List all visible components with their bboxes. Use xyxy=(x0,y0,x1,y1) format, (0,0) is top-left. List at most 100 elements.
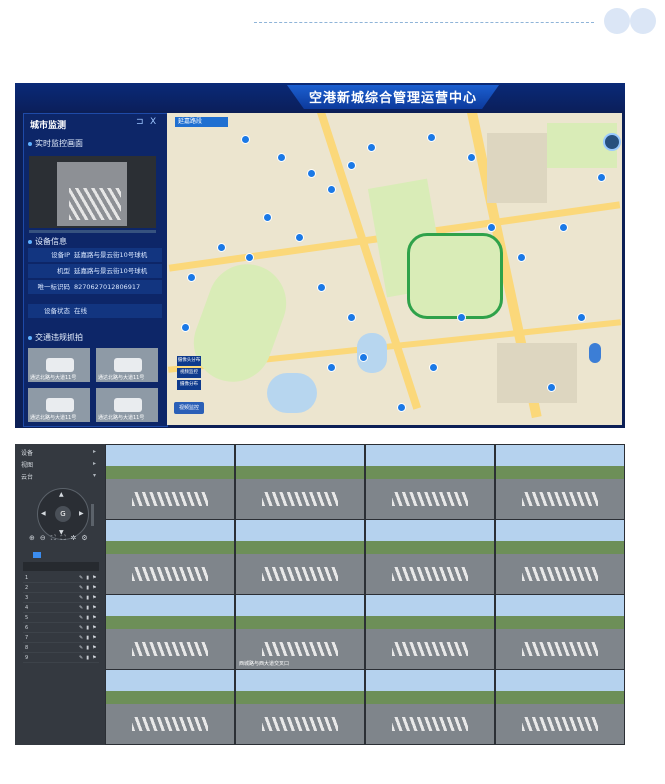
camera-tile[interactable] xyxy=(236,520,364,594)
device-row: 机型 延嘉路与景云街10号球机 xyxy=(28,264,162,278)
sidebar-item-view[interactable]: 视图 xyxy=(21,460,33,469)
header-divider xyxy=(254,22,594,23)
camera-pin-icon[interactable] xyxy=(427,133,436,142)
ptz-speed-slider[interactable] xyxy=(91,504,94,526)
camera-tile[interactable] xyxy=(106,595,234,669)
camera-tile[interactable] xyxy=(366,670,494,744)
top-bar: 空港新城综合管理运营中心 xyxy=(15,83,625,111)
capture-thumbnail[interactable]: 通达北路与大道11号 xyxy=(28,348,90,382)
camera-tile[interactable] xyxy=(366,595,494,669)
preset-row[interactable]: 6 ✎▮⚑ xyxy=(23,624,99,633)
close-icon[interactable]: X xyxy=(150,117,156,127)
arrow-right-icon[interactable]: ▶ xyxy=(79,510,84,517)
camera-tile[interactable] xyxy=(106,670,234,744)
preset-row[interactable]: 7 ✎▮⚑ xyxy=(23,634,99,643)
preset-row[interactable]: 8 ✎▮⚑ xyxy=(23,644,99,653)
ptz-sidebar: 设备 ▸ 视图 ▸ 云台 ▾ ▲ ▼ ◀ ▶ G ⊕⊖⛶⛶✲⚙ 1 ✎▮⚑ 2 ✎▮… xyxy=(15,444,105,745)
chevron-right-icon: ▸ xyxy=(93,460,97,467)
camera-pin-icon[interactable] xyxy=(245,253,254,262)
camera-pin-icon[interactable] xyxy=(487,223,496,232)
collapse-icon[interactable]: ⊐ xyxy=(136,117,144,127)
arrow-left-icon[interactable]: ◀ xyxy=(41,510,46,517)
compass-icon[interactable] xyxy=(603,133,621,151)
camera-tile[interactable] xyxy=(366,445,494,519)
camera-pin-icon[interactable] xyxy=(181,323,190,332)
map-tab[interactable]: 延嘉路段 xyxy=(175,117,228,127)
camera-tile[interactable] xyxy=(236,670,364,744)
preset-row[interactable]: 9 ✎▮⚑ xyxy=(23,654,99,663)
camera-pin-icon[interactable] xyxy=(457,313,466,322)
video-wall-screenshot: 设备 ▸ 视图 ▸ 云台 ▾ ▲ ▼ ◀ ▶ G ⊕⊖⛶⛶✲⚙ 1 ✎▮⚑ 2 ✎▮… xyxy=(15,444,625,745)
bullet-icon xyxy=(28,141,32,146)
camera-tile[interactable] xyxy=(496,670,624,744)
preset-row[interactable]: 3 ✎▮⚑ xyxy=(23,594,99,603)
sidebar-item-ptz[interactable]: 云台 xyxy=(21,472,33,481)
preset-row[interactable]: 5 ✎▮⚑ xyxy=(23,614,99,623)
menu-item-camera-layout[interactable]: 摄像分布 xyxy=(177,380,201,390)
city-monitor-screenshot: 空港新城综合管理运营中心 城市监测 ⊐ X 实时监控画面 设备信息 设备IP 延嘉… xyxy=(15,83,625,428)
camera-pin-icon[interactable] xyxy=(517,253,526,262)
live-video-feed[interactable] xyxy=(29,156,156,228)
camera-pin-icon[interactable] xyxy=(217,243,226,252)
menu-item-camera-distribution[interactable]: 摄像头分布 xyxy=(177,356,201,366)
camera-pin-icon[interactable] xyxy=(241,135,250,144)
arrow-up-icon[interactable]: ▲ xyxy=(59,491,64,498)
camera-tile[interactable] xyxy=(496,595,624,669)
ptz-joystick[interactable]: ▲ ▼ ◀ ▶ G xyxy=(37,488,89,540)
preset-search-input[interactable] xyxy=(23,562,99,571)
camera-pin-icon[interactable] xyxy=(367,143,376,152)
menu-item-video-monitor[interactable]: 视频监控 xyxy=(177,368,201,378)
camera-pin-icon[interactable] xyxy=(467,153,476,162)
camera-tile[interactable] xyxy=(366,520,494,594)
camera-pin-icon[interactable] xyxy=(187,273,196,282)
camera-pin-icon[interactable] xyxy=(263,213,272,222)
camera-pin-icon[interactable] xyxy=(327,363,336,372)
section-device-info: 设备信息 xyxy=(28,236,67,247)
camera-pin-icon[interactable] xyxy=(547,383,556,392)
preset-row[interactable]: 2 ✎▮⚑ xyxy=(23,584,99,593)
camera-tile[interactable] xyxy=(106,520,234,594)
panel-title: 城市监测 xyxy=(30,121,67,131)
flag-icon xyxy=(33,552,41,558)
zoom-control[interactable] xyxy=(589,343,601,363)
camera-pin-icon[interactable] xyxy=(559,223,568,232)
camera-pin-icon[interactable] xyxy=(429,363,438,372)
camera-pin-icon[interactable] xyxy=(347,161,356,170)
camera-tile[interactable] xyxy=(496,445,624,519)
camera-pin-icon[interactable] xyxy=(397,403,406,412)
video-progress-bar[interactable] xyxy=(29,230,156,233)
capture-thumbnail[interactable]: 通达北路与大道11号 xyxy=(28,388,90,422)
section-traffic-capture: 交通违规抓拍 xyxy=(28,332,83,343)
ptz-tool-icons[interactable]: ⊕⊖⛶⛶✲⚙ xyxy=(29,534,99,543)
camera-tile[interactable] xyxy=(106,445,234,519)
camera-pin-icon[interactable] xyxy=(347,313,356,322)
bullet-icon xyxy=(28,335,32,340)
preset-row[interactable]: 4 ✎▮⚑ xyxy=(23,604,99,613)
camera-pin-icon[interactable] xyxy=(597,173,606,182)
device-row: 设备IP 延嘉路与景云街10号球机 xyxy=(28,248,162,262)
camera-pin-icon[interactable] xyxy=(307,169,316,178)
chevron-right-icon: ▸ xyxy=(93,448,97,455)
ptz-center-button[interactable]: G xyxy=(55,506,71,522)
capture-thumbnail[interactable]: 通达北路与大道11号 xyxy=(96,348,158,382)
camera-pin-icon[interactable] xyxy=(317,283,326,292)
city-monitor-panel: 城市监测 ⊐ X 实时监控画面 设备信息 设备IP 延嘉路与景云街10号球机 机型… xyxy=(23,113,168,427)
camera-pin-icon[interactable] xyxy=(295,233,304,242)
camera-tile[interactable] xyxy=(496,520,624,594)
section-live-video: 实时监控画面 xyxy=(28,138,83,149)
capture-thumbnail[interactable]: 通达北路与大道11号 xyxy=(96,388,158,422)
camera-pin-icon[interactable] xyxy=(359,353,368,362)
camera-tile[interactable]: 西城路与西大道交叉口 xyxy=(236,595,364,669)
preset-row[interactable]: 1 ✎▮⚑ xyxy=(23,574,99,583)
quote-mark-icon xyxy=(602,4,662,44)
device-row: 唯一标识码 8270627012806917 xyxy=(28,280,162,294)
camera-tile[interactable] xyxy=(236,445,364,519)
camera-pin-icon[interactable] xyxy=(327,185,336,194)
sidebar-item-device[interactable]: 设备 xyxy=(21,448,33,457)
video-monitor-button[interactable]: 视频监控 xyxy=(174,402,204,414)
camera-pin-icon[interactable] xyxy=(577,313,586,322)
camera-map[interactable]: 延嘉路段 摄像头分布 视频监控 摄像分布 视频监控 xyxy=(167,113,622,425)
device-row: 设备状态 在线 xyxy=(28,304,162,318)
camera-grid: 西城路与西大道交叉口 xyxy=(106,445,625,745)
camera-pin-icon[interactable] xyxy=(277,153,286,162)
